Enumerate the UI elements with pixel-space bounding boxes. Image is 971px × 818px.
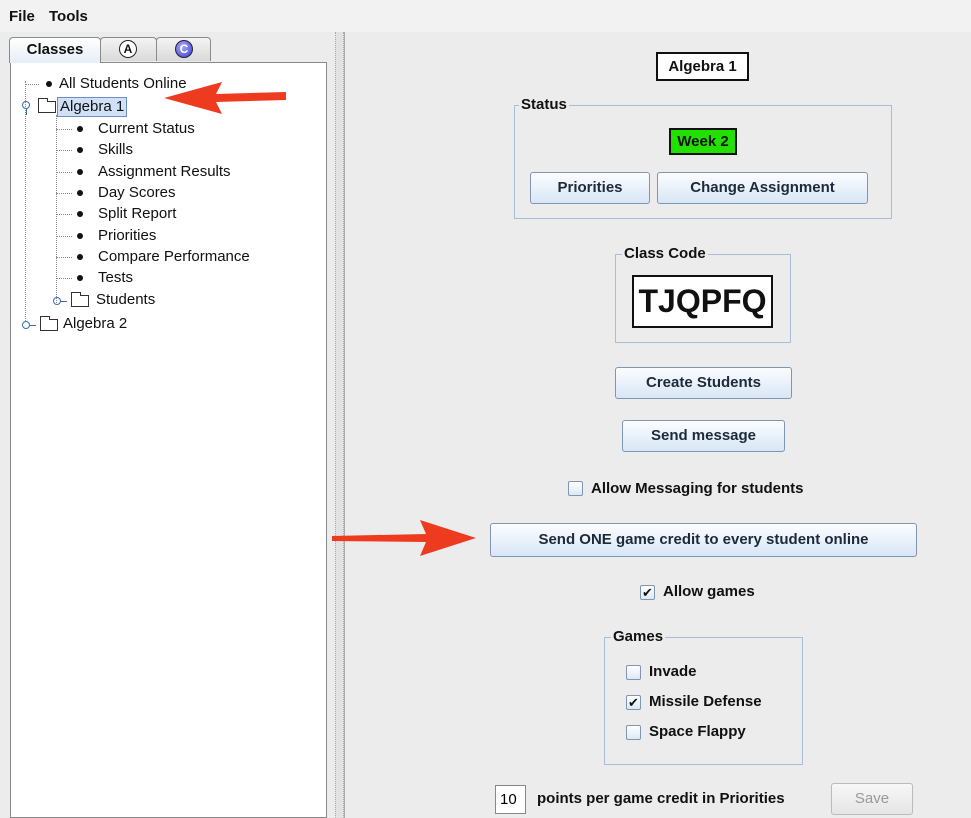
change-assignment-button-label: Change Assignment (690, 179, 835, 196)
bullet-icon (77, 233, 83, 239)
collapsed-handle-icon[interactable] (53, 297, 67, 305)
create-students-button-label: Create Students (645, 374, 762, 391)
allow-messaging-label: Allow Messaging for students (591, 480, 804, 497)
menu-tools[interactable]: Tools (49, 8, 88, 25)
tree-item-assignment-results[interactable]: Assignment Results (98, 163, 231, 181)
folder-icon (40, 316, 58, 331)
circle-a-icon: A (119, 40, 137, 58)
tab-classes-label: Classes (26, 41, 84, 58)
points-per-credit-input[interactable] (495, 785, 526, 814)
annotation-arrow-icon (164, 82, 286, 114)
tree-line (56, 214, 72, 215)
priorities-button-label: Priorities (557, 179, 623, 196)
tree-line (56, 236, 72, 237)
tree-line (56, 129, 72, 130)
tree-line (25, 81, 26, 321)
points-per-credit-label: points per game credit in Priorities (537, 790, 785, 807)
tab-a[interactable]: A (100, 37, 157, 61)
menu-bar: File Tools (0, 0, 971, 32)
games-legend: Games (611, 628, 666, 645)
game-space-flappy-checkbox[interactable] (626, 725, 641, 740)
create-students-button[interactable]: Create Students (615, 367, 792, 399)
bullet-icon (77, 169, 83, 175)
tree-line (56, 172, 72, 173)
class-title: Algebra 1 (656, 52, 749, 81)
folder-icon (38, 98, 56, 113)
annotation-arrow-shape (332, 520, 476, 556)
bullet-icon (77, 275, 83, 281)
bullet-icon (77, 126, 83, 132)
bullet-icon (46, 81, 52, 87)
change-assignment-button[interactable]: Change Assignment (657, 172, 868, 204)
menu-file[interactable]: File (9, 8, 35, 25)
tree-item-day-scores[interactable]: Day Scores (98, 184, 176, 202)
tree-item-algebra-2[interactable]: Algebra 2 (63, 315, 127, 333)
tree-item-algebra-1[interactable]: Algebra 1 (57, 97, 128, 117)
send-message-button[interactable]: Send message (622, 420, 785, 452)
send-message-button-label: Send message (650, 427, 757, 444)
status-legend: Status (519, 96, 569, 113)
tree-item-tests[interactable]: Tests (98, 269, 133, 287)
bullet-icon (77, 190, 83, 196)
tree-line (56, 257, 72, 258)
tree-item-current-status[interactable]: Current Status (98, 120, 195, 138)
tree-item-compare-performance[interactable]: Compare Performance (98, 248, 250, 266)
class-code-legend: Class Code (622, 245, 708, 262)
game-missile-defense-label: Missile Defense (649, 693, 762, 710)
bullet-icon (77, 147, 83, 153)
tree-item-students[interactable]: Students (96, 291, 155, 309)
save-button[interactable]: Save (831, 783, 913, 815)
class-code: TJQPFQ (632, 275, 773, 328)
collapsed-handle-icon[interactable] (22, 321, 36, 329)
game-missile-defense-checkbox[interactable]: ✔ (626, 695, 641, 710)
tab-classes[interactable]: Classes (9, 37, 101, 63)
split-pane-divider[interactable] (335, 32, 344, 818)
class-tree: All Students Online Algebra 1 Current St… (10, 62, 327, 818)
tree-item-skills[interactable]: Skills (98, 141, 133, 159)
bullet-icon (77, 211, 83, 217)
bullet-icon (77, 254, 83, 260)
circle-c-icon: C (175, 40, 193, 58)
game-invade-checkbox[interactable] (626, 665, 641, 680)
tree-item-split-report[interactable]: Split Report (98, 205, 176, 223)
allow-games-label: Allow games (663, 583, 755, 600)
priorities-button[interactable]: Priorities (530, 172, 650, 204)
tree-line (56, 150, 72, 151)
game-space-flappy-label: Space Flappy (649, 723, 746, 740)
send-game-credit-button[interactable]: Send ONE game credit to every student on… (490, 523, 917, 557)
tree-line (25, 84, 39, 85)
allow-messaging-checkbox[interactable] (568, 481, 583, 496)
tree-line (56, 115, 57, 303)
tree-item-priorities[interactable]: Priorities (98, 227, 156, 245)
annotation-arrow-icon (332, 520, 476, 556)
game-invade-label: Invade (649, 663, 697, 680)
send-game-credit-button-label: Send ONE game credit to every student on… (538, 531, 869, 548)
tree-line (56, 193, 72, 194)
allow-games-checkbox[interactable]: ✔ (640, 585, 655, 600)
tab-c[interactable]: C (156, 37, 211, 61)
save-button-label: Save (854, 790, 890, 807)
expanded-handle-icon[interactable] (22, 101, 36, 115)
tree-line (56, 278, 72, 279)
folder-icon (71, 292, 89, 307)
annotation-arrow-shape (164, 82, 286, 114)
week-badge: Week 2 (669, 128, 737, 155)
